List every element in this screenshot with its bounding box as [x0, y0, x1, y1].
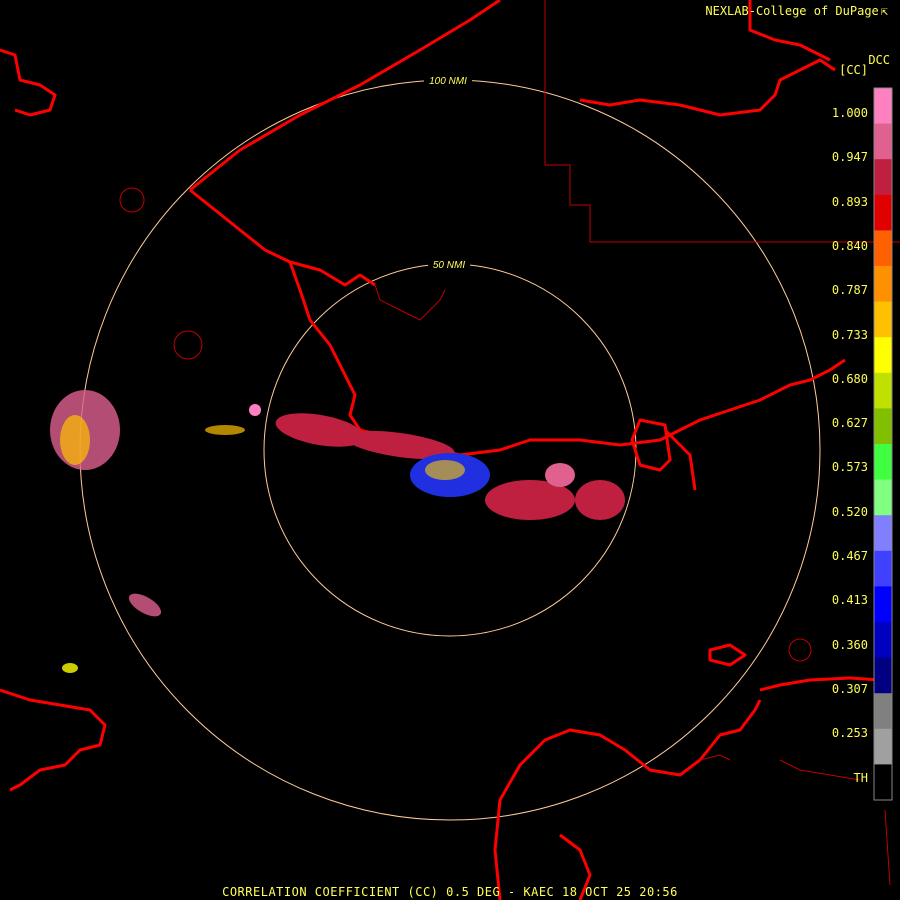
color-scale-bar: [873, 87, 893, 801]
color-scale-swatch: [874, 194, 892, 231]
product-code: DCC: [868, 53, 890, 67]
ring-label-50: 50 NMI: [433, 260, 465, 271]
brand-label: NEXLAB-College of DuPage ⇱: [705, 5, 888, 17]
ring-label-100: 100 NMI: [429, 76, 467, 87]
color-scale-tick: 0.467: [831, 549, 868, 563]
color-scale-swatch: [874, 230, 892, 267]
unit-label: [CC]: [839, 63, 868, 77]
color-scale-swatch: [874, 622, 892, 659]
color-scale-swatch: [874, 764, 892, 801]
color-scale-swatch: [874, 693, 892, 730]
color-scale-swatch: [874, 550, 892, 587]
color-scale-swatch: [874, 88, 892, 125]
color-scale-swatch: [874, 372, 892, 409]
color-scale-tick: 1.000: [831, 106, 868, 120]
color-scale-tick: TH: [853, 770, 868, 785]
color-scale-swatch: [874, 266, 892, 303]
radar-returns: [50, 390, 625, 673]
color-scale-swatch: [874, 337, 892, 374]
color-scale-swatch: [874, 408, 892, 445]
color-scale-tick: 0.840: [831, 238, 868, 253]
brand-text: NEXLAB-College of DuPage: [705, 4, 879, 18]
color-scale-swatch: [874, 728, 892, 765]
color-scale-swatch: [874, 159, 892, 196]
color-scale-tick: 0.307: [831, 681, 868, 696]
footer-caption: CORRELATION COEFFICIENT (CC) 0.5 DEG - K…: [222, 885, 678, 899]
color-scale-swatch: [874, 123, 892, 160]
color-scale-swatch: [874, 657, 892, 694]
color-scale-tick: 0.787: [831, 283, 868, 298]
color-scale-tick: 0.680: [831, 371, 868, 386]
color-scale-tick: 0.893: [831, 194, 868, 209]
color-scale-tick: 0.360: [831, 637, 868, 652]
arrow-icon: ⇱: [880, 4, 888, 18]
color-scale-swatch: [874, 515, 892, 552]
color-scale-tick: 0.520: [831, 504, 868, 519]
color-scale-swatch: [874, 444, 892, 481]
color-scale-tick: 0.413: [831, 593, 868, 608]
color-scale-swatch: [874, 586, 892, 623]
color-scale-tick: 0.733: [831, 327, 868, 342]
color-scale-swatch: [874, 479, 892, 516]
color-scale-tick: 0.947: [831, 150, 868, 165]
color-scale-tick: 0.253: [831, 726, 868, 741]
radar-map: 100 NMI 50 NMI: [0, 0, 900, 900]
color-scale-swatch: [874, 301, 892, 338]
color-scale-tick: 0.627: [831, 416, 868, 431]
color-scale-tick: 0.573: [831, 460, 868, 475]
